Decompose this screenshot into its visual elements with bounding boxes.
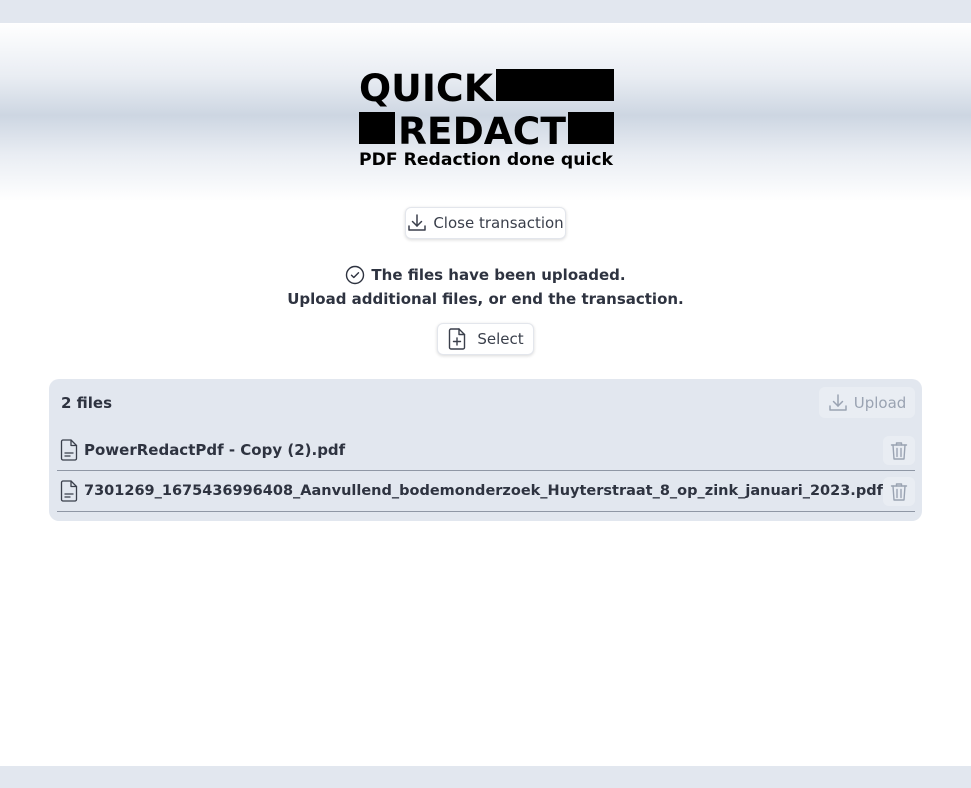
files-panel: 2 files Upload PowerRedactPdf - Copy (2)…: [49, 379, 922, 521]
check-circle-icon: [345, 265, 365, 285]
upload-button[interactable]: Upload: [819, 387, 915, 418]
select-files-button[interactable]: Select: [437, 323, 534, 355]
file-plus-icon: [447, 328, 467, 350]
file-text-icon: [60, 480, 78, 502]
logo-tagline: PDF Redaction done quick: [359, 150, 614, 170]
upload-label: Upload: [853, 393, 907, 412]
file-text-icon: [60, 439, 78, 461]
upload-status: The files have been uploaded.: [0, 265, 971, 285]
upload-instruction: Upload additional files, or end the tran…: [287, 290, 684, 308]
top-bar: [0, 0, 971, 23]
page-content: QUICK REDACT PDF Redaction done quick Cl…: [0, 23, 971, 766]
close-transaction-label: Close transaction: [433, 214, 564, 232]
file-name: 7301269_1675436996408_Aanvullend_bodemon…: [84, 483, 883, 499]
upload-status-text: The files have been uploaded.: [371, 266, 626, 284]
file-row: 7301269_1675436996408_Aanvullend_bodemon…: [57, 471, 915, 512]
logo-line2: REDACT: [398, 110, 567, 153]
delete-file-button[interactable]: [883, 436, 915, 465]
bottom-bar: [0, 766, 971, 788]
download-icon: [828, 393, 848, 413]
logo-line1: QUICK: [359, 68, 494, 110]
download-icon: [407, 213, 427, 233]
file-name: PowerRedactPdf - Copy (2).pdf: [84, 441, 346, 459]
select-files-label: Select: [477, 330, 524, 348]
trash-icon: [890, 441, 908, 461]
close-transaction-button[interactable]: Close transaction: [405, 207, 566, 239]
delete-file-button[interactable]: [883, 477, 915, 506]
quick-redact-logo: QUICK REDACT PDF Redaction done quick: [358, 68, 616, 170]
file-count: 2 files: [61, 394, 113, 412]
file-row: PowerRedactPdf - Copy (2).pdf: [57, 430, 915, 471]
trash-icon: [890, 482, 908, 502]
hero-banner: QUICK REDACT PDF Redaction done quick: [0, 23, 971, 201]
